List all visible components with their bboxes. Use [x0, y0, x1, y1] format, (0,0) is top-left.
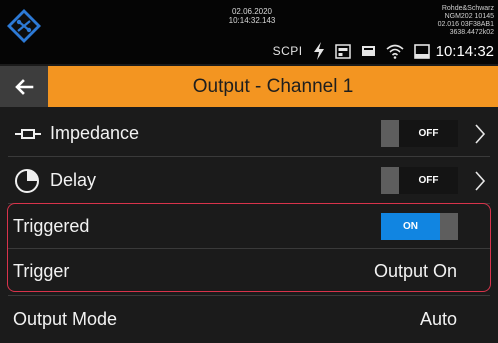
precise-time-text: 10:14:32.143 — [228, 16, 276, 25]
device-line: 3638.4472k02 — [449, 29, 494, 36]
scpi-indicator: SCPI — [272, 44, 303, 58]
screen-icon[interactable] — [413, 43, 430, 59]
toggle-knob — [381, 120, 399, 147]
highlight-frame — [7, 203, 491, 292]
arrow-left-icon — [15, 78, 34, 95]
settings-row-impedance[interactable]: Impedance OFF — [0, 110, 498, 157]
settings-row-delay[interactable]: Delay OFF — [0, 157, 498, 204]
wifi-icon[interactable] — [386, 44, 404, 59]
device-info: Rohde&Schwarz NGM202 10145 02.016 03F38A… — [438, 5, 494, 37]
row-label: Impedance — [50, 123, 140, 143]
title-bar: Output - Channel 1 — [0, 66, 498, 107]
toggle-state: OFF — [399, 120, 458, 147]
status-bar: 02.06.2020 10:14:32.143 Rohde&Schwarz NG… — [0, 0, 498, 64]
toggle-state: OFF — [399, 167, 458, 194]
rohde-schwarz-logo — [7, 9, 41, 43]
impedance-toggle[interactable]: OFF — [381, 120, 458, 147]
row-value: Auto — [419, 309, 457, 329]
impedance-icon — [15, 128, 41, 139]
status-icons: SCPI 10:14:32 — [273, 41, 494, 61]
device-line: Rohde&Schwarz — [441, 5, 494, 12]
settings-row-output-mode[interactable]: Output Mode Auto — [0, 296, 498, 343]
lightning-icon — [313, 42, 324, 60]
row-label: Output Mode — [13, 309, 118, 329]
usb-icon[interactable] — [334, 43, 351, 59]
back-button[interactable] — [0, 66, 48, 107]
device-line: 02.016 03F38AB1 — [437, 21, 494, 28]
row-label: Delay — [50, 170, 97, 190]
device-line: NGM202 10145 — [444, 13, 494, 20]
clock-text: 10:14:32 — [435, 42, 494, 60]
date-text: 02.06.2020 — [231, 7, 273, 16]
delay-toggle[interactable]: OFF — [381, 167, 458, 194]
toggle-knob — [381, 167, 399, 194]
datetime-readout: 02.06.2020 10:14:32.143 — [212, 7, 292, 25]
chevron-right-icon[interactable] — [474, 171, 486, 191]
storage-icon[interactable] — [361, 44, 376, 58]
clock-icon — [15, 168, 39, 193]
page-title: Output - Channel 1 — [192, 76, 354, 97]
chevron-right-icon[interactable] — [474, 124, 486, 144]
